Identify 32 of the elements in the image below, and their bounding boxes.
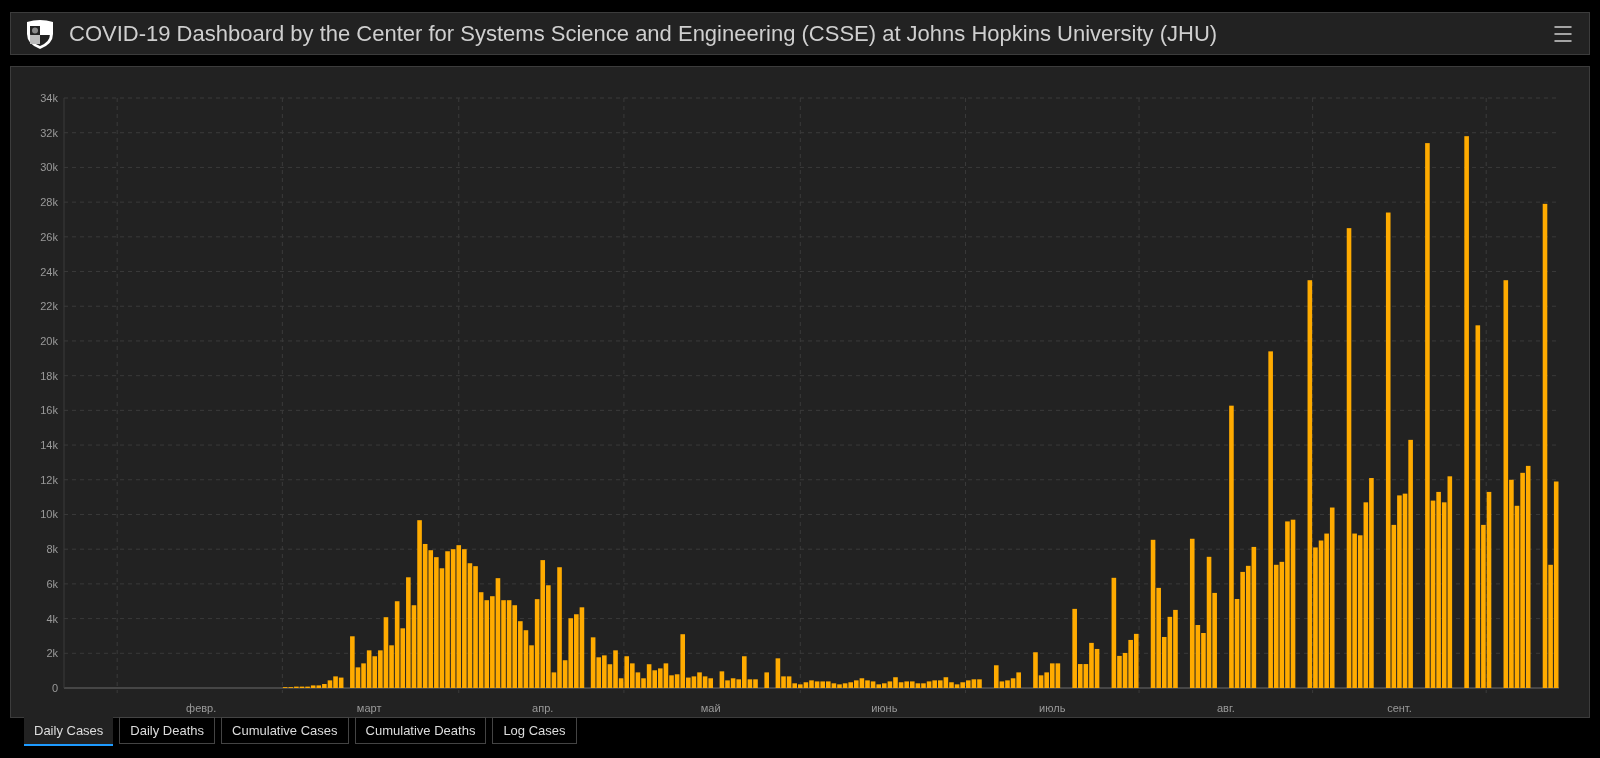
y-axis-label: 24k <box>40 265 58 278</box>
x-axis-label: апр. <box>532 702 554 714</box>
dashboard-title: COVID-19 Dashboard by the Center for Systems Science and Engineering (CSSE) at Johns Hopkins University (JHU) <box>69 20 1218 48</box>
y-axis-label: 0 <box>51 682 58 694</box>
y-axis-label: 20k <box>40 334 58 347</box>
y-axis-label: 22k <box>40 300 58 313</box>
y-axis-label: 26k <box>40 230 58 243</box>
x-axis-label: май <box>700 702 721 714</box>
chart-tab[interactable]: Cumulative Deaths <box>354 717 487 744</box>
chart-tab[interactable]: Daily Deaths <box>119 717 216 744</box>
y-axis-label: 18k <box>40 369 58 382</box>
y-axis-label: 32k <box>40 126 58 139</box>
x-axis-label: февр. <box>186 702 217 714</box>
y-axis-label: 10k <box>40 508 58 521</box>
y-axis-label: 6k <box>46 577 58 590</box>
y-axis-label: 30k <box>40 161 58 174</box>
y-axis-label: 4k <box>46 612 58 625</box>
chart-tab[interactable]: Log Cases <box>492 717 577 744</box>
y-axis-label: 8k <box>46 543 58 556</box>
y-axis-label: 14k <box>40 439 58 452</box>
y-axis-label: 34k <box>40 92 58 104</box>
y-axis-label: 16k <box>40 404 58 417</box>
x-axis-label: март <box>356 702 382 714</box>
chart-tab[interactable]: Daily Cases <box>24 717 114 746</box>
y-axis-label: 2k <box>46 647 58 660</box>
x-axis-label: июль <box>1039 702 1066 714</box>
chart-tab[interactable]: Cumulative Cases <box>221 717 349 744</box>
x-axis-label: июнь <box>871 702 898 714</box>
y-axis-label: 12k <box>40 473 58 486</box>
x-axis-label: авг. <box>1217 702 1235 714</box>
y-axis-label: 28k <box>40 196 58 209</box>
x-axis-label: сент. <box>1387 702 1412 714</box>
